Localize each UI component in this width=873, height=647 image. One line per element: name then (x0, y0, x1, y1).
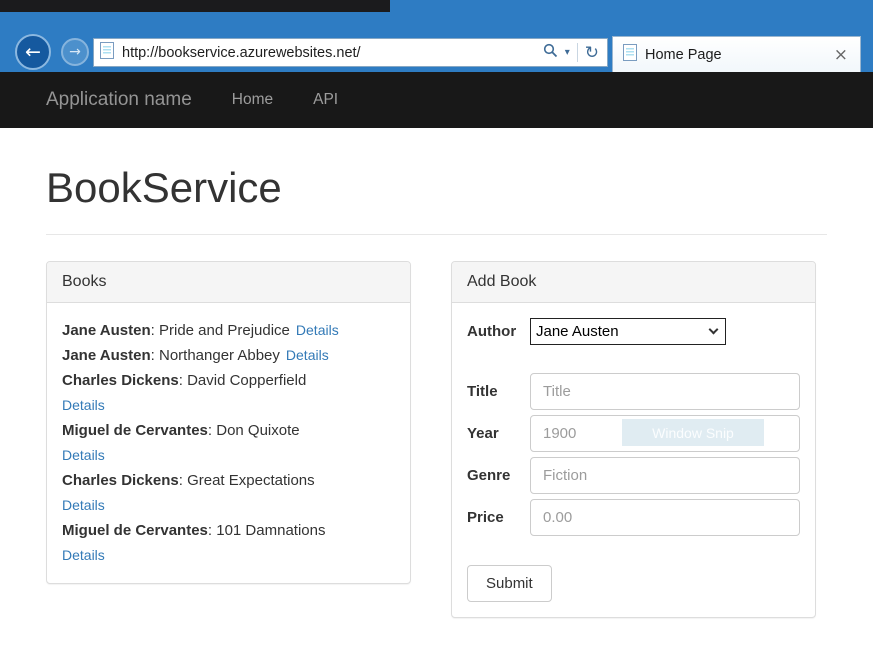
background-window-edge (0, 0, 390, 12)
address-bar[interactable]: http://bookservice.azurewebsites.net/ ▾ … (93, 38, 608, 67)
add-book-panel: Add Book Author Jane Austen Title (451, 261, 816, 618)
refresh-icon[interactable]: ↻ (585, 43, 599, 63)
book-author: Jane Austen (62, 347, 151, 364)
book-author: Miguel de Cervantes (62, 522, 208, 539)
title-input-wrap (530, 373, 800, 410)
browser-chrome: ← → http://bookservice.azurewebsites.net… (0, 0, 873, 72)
book-title: Great Expectations (187, 472, 315, 489)
book-item: Charles Dickens: David Copperfield Detail… (62, 368, 395, 418)
book-author: Charles Dickens (62, 372, 179, 389)
nav-link-api[interactable]: API (313, 91, 338, 109)
book-item: Charles Dickens: Great Expectations Detai… (62, 468, 395, 518)
page-title: BookService (46, 164, 827, 212)
book-separator: : (151, 322, 159, 339)
toolbar-divider (577, 43, 578, 62)
price-label: Price (467, 509, 530, 526)
author-select[interactable]: Jane Austen (530, 318, 726, 345)
year-input[interactable] (530, 415, 800, 452)
books-panel: Books Jane Austen: Pride and Prejudice De… (46, 261, 411, 584)
book-details-link[interactable]: Details (62, 493, 105, 518)
book-item: Miguel de Cervantes: Don Quixote Details (62, 418, 395, 468)
books-panel-title: Books (47, 262, 410, 303)
add-book-panel-body: Author Jane Austen Title (452, 303, 815, 617)
panels-row: Books Jane Austen: Pride and Prejudice De… (46, 261, 827, 618)
back-arrow-icon: ← (25, 41, 41, 63)
book-author: Charles Dickens (62, 472, 179, 489)
book-details-link[interactable]: Details (62, 443, 105, 468)
book-author: Miguel de Cervantes (62, 422, 208, 439)
book-item: Jane Austen: Northanger Abbey Details (62, 343, 395, 368)
tab-favicon (623, 44, 637, 66)
navbar-brand[interactable]: Application name (46, 89, 192, 111)
browser-window: ← → http://bookservice.azurewebsites.net… (0, 0, 873, 647)
book-details-link[interactable]: Details (296, 322, 339, 338)
address-bar-tools: ▾ ↻ (543, 43, 599, 63)
page-icon (100, 42, 114, 64)
price-input-wrap (530, 499, 800, 536)
submit-button[interactable]: Submit (467, 565, 552, 602)
book-separator: : (208, 422, 216, 439)
year-input-wrap: Window Snip (530, 415, 800, 452)
url-text[interactable]: http://bookservice.azurewebsites.net/ (122, 45, 543, 61)
book-separator: : (179, 372, 187, 389)
book-title: 101 Damnations (216, 522, 325, 539)
genre-label: Genre (467, 467, 530, 484)
book-title: Northanger Abbey (159, 347, 280, 364)
author-select-wrap: Jane Austen (530, 318, 726, 345)
genre-row: Genre (467, 457, 800, 494)
divider (46, 234, 827, 235)
forward-arrow-icon: → (69, 44, 81, 60)
back-button[interactable]: ← (15, 34, 51, 70)
book-details-link[interactable]: Details (62, 543, 105, 568)
author-row: Author Jane Austen (467, 318, 800, 345)
add-book-panel-title: Add Book (452, 262, 815, 303)
book-separator: : (179, 472, 187, 489)
nav-link-home[interactable]: Home (232, 91, 273, 109)
title-input[interactable] (530, 373, 800, 410)
genre-input-wrap (530, 457, 800, 494)
tab-title: Home Page (645, 47, 832, 63)
price-input[interactable] (530, 499, 800, 536)
year-label: Year (467, 425, 530, 442)
book-author: Jane Austen (62, 322, 151, 339)
site-navbar: Application name Home API (0, 72, 873, 128)
price-row: Price (467, 499, 800, 536)
title-label: Title (467, 383, 530, 400)
search-icon[interactable] (543, 43, 558, 63)
book-separator: : (208, 522, 216, 539)
book-title: Pride and Prejudice (159, 322, 290, 339)
tab-close-icon[interactable]: × (832, 45, 850, 65)
book-separator: : (151, 347, 159, 364)
books-panel-body: Jane Austen: Pride and PrejudiceDetails … (47, 303, 410, 583)
book-title: David Copperfield (187, 372, 306, 389)
search-dropdown-icon[interactable]: ▾ (565, 47, 570, 58)
forward-button[interactable]: → (61, 38, 89, 66)
book-item: Miguel de Cervantes: 101 Damnations Detai… (62, 518, 395, 568)
browser-tab[interactable]: Home Page × (612, 36, 861, 72)
author-label: Author (467, 323, 530, 340)
book-details-link[interactable]: Details (62, 393, 105, 418)
genre-input[interactable] (530, 457, 800, 494)
book-title: Don Quixote (216, 422, 299, 439)
book-details-link[interactable]: Details (286, 347, 329, 363)
year-row: Year Window Snip (467, 415, 800, 452)
title-row: Title (467, 373, 800, 410)
book-item: Jane Austen: Pride and Prejudice Details (62, 318, 395, 343)
page-content: BookService Books Jane Austen: Pride and… (0, 128, 873, 647)
